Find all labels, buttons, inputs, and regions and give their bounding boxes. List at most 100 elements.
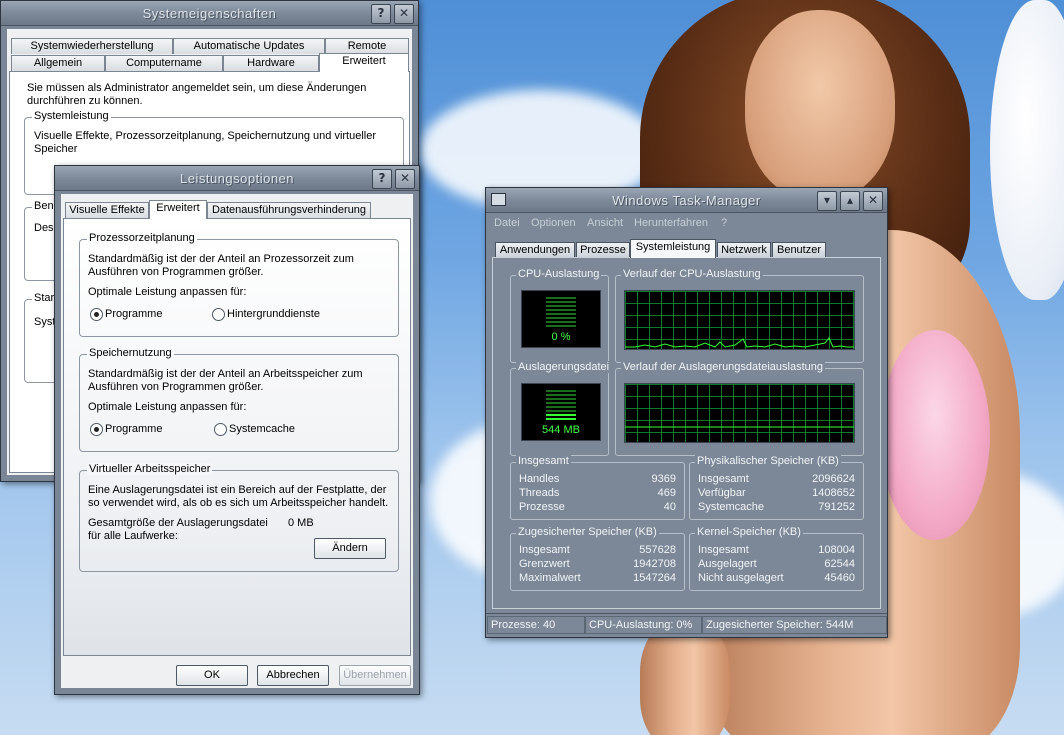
stat-value: 791252 — [818, 501, 855, 513]
tab-automatische-updates[interactable]: Automatische Updates — [173, 38, 325, 54]
help-icon[interactable]: ? — [371, 4, 391, 24]
radio-programs[interactable] — [90, 308, 103, 321]
group-legend: Virtueller Arbeitsspeicher — [87, 463, 213, 475]
system-properties-titlebar[interactable]: Systemeigenschaften ? ✕ — [1, 1, 418, 26]
stat-value: 2096624 — [812, 473, 855, 485]
stat-label: Nicht ausgelagert — [698, 572, 784, 584]
radio-programs-label[interactable]: Programme — [105, 308, 162, 320]
status-bar: Prozesse: 40 CPU-Auslastung: 0% Zugesich… — [486, 613, 887, 634]
stat-value: 62544 — [824, 558, 855, 570]
tab-erweitert[interactable]: Erweitert — [149, 200, 207, 219]
menu-herunterfahren[interactable]: Herunterfahren — [634, 217, 708, 229]
stat-value: 9369 — [651, 473, 676, 485]
physical-memory-group: Physikalischer Speicher (KB) Insgesamt 20… — [689, 455, 864, 520]
tab-systemleistung[interactable]: Systemleistung — [630, 239, 716, 258]
close-icon[interactable]: ✕ — [394, 4, 414, 24]
menu-optionen[interactable]: Optionen — [531, 217, 576, 229]
cpu-adjust-label: Optimale Leistung anpassen für: — [88, 286, 247, 298]
radio-system-cache[interactable] — [214, 423, 227, 436]
pagefile-total-label-line2: für alle Laufwerke: — [88, 530, 178, 542]
cpu-usage-meter: 0 % — [521, 290, 601, 348]
stat-value: 1547264 — [633, 572, 676, 584]
minimize-icon[interactable]: ▾ — [817, 191, 837, 211]
stat-value: 45460 — [824, 572, 855, 584]
cpu-history-line — [625, 337, 854, 348]
close-icon[interactable]: ✕ — [395, 169, 415, 189]
task-manager-client: Datei Optionen Ansicht Herunterfahren ? … — [486, 213, 887, 637]
tab-allgemein[interactable]: Allgemein — [11, 55, 105, 71]
tab-hardware[interactable]: Hardware — [223, 55, 319, 71]
stat-label: Grenzwert — [519, 558, 570, 570]
cpu-history-graph — [624, 290, 855, 350]
window-title: Systemeigenschaften — [142, 6, 277, 21]
group-legend: Verlauf der Auslagerungsdateiauslastung — [621, 361, 825, 373]
close-icon[interactable]: ✕ — [863, 191, 883, 211]
stat-label: Insgesamt — [698, 544, 749, 556]
group-legend: CPU-Auslastung — [516, 268, 602, 280]
performance-text-line2: Speicher — [34, 143, 78, 155]
cpu-history-group: Verlauf der CPU-Auslastung — [615, 268, 864, 363]
tab-remote[interactable]: Remote — [325, 38, 409, 54]
stat-value: 1942708 — [633, 558, 676, 570]
virtual-desc-line1: Eine Auslagerungsdatei ist ein Bereich a… — [88, 484, 387, 496]
help-icon[interactable]: ? — [372, 169, 392, 189]
commit-charge-group: Zugesicherter Speicher (KB) Insgesamt 557… — [510, 526, 685, 591]
cancel-button[interactable]: Abbrechen — [257, 665, 329, 686]
window-title: Leistungsoptionen — [179, 171, 295, 186]
virtual-memory-group: Virtueller Arbeitsspeicher Eine Auslager… — [79, 463, 399, 572]
tab-datenausfuehrungsverhinderung[interactable]: Datenausführungsverhinderung — [207, 202, 371, 218]
stat-label: Maximalwert — [519, 572, 581, 584]
group-legend: Systemleistung — [32, 110, 111, 122]
group-legend: Kernel-Speicher (KB) — [695, 526, 803, 538]
cpu-usage-bars — [546, 297, 576, 329]
stat-label: Verfügbar — [698, 487, 746, 499]
group-legend: Speichernutzung — [87, 347, 174, 359]
ok-button[interactable]: OK — [176, 665, 248, 686]
performance-options-window: Leistungsoptionen ? ✕ Visuelle Effekte E… — [54, 165, 420, 695]
status-commit-charge: Zugesicherter Speicher: 544M — [702, 616, 887, 634]
memory-usage-group: Speichernutzung Standardmäßig ist der de… — [79, 347, 399, 452]
group-legend: Insgesamt — [516, 455, 571, 467]
cpu-desc-line2: Ausführen von Programmen größer. — [88, 266, 264, 278]
performance-options-client: Visuelle Effekte Erweitert Datenausführu… — [61, 194, 413, 688]
kernel-memory-group: Kernel-Speicher (KB) Insgesamt 108004 Ausg… — [689, 526, 864, 591]
stat-label: Ausgelagert — [698, 558, 757, 570]
radio-background-services[interactable] — [212, 308, 225, 321]
tab-prozesse[interactable]: Prozesse — [576, 242, 630, 258]
radio-system-cache-label[interactable]: Systemcache — [229, 423, 295, 435]
radio-background-services-label[interactable]: Hintergrunddienste — [227, 308, 320, 320]
apply-button[interactable]: Übernehmen — [339, 665, 411, 686]
pagefile-usage-bars — [546, 390, 576, 422]
performance-options-titlebar[interactable]: Leistungsoptionen ? ✕ — [55, 166, 419, 191]
task-manager-titlebar[interactable]: Windows Task-Manager ▾ ▴ ✕ — [486, 188, 887, 213]
menu-ansicht[interactable]: Ansicht — [587, 217, 623, 229]
tab-erweitert[interactable]: Erweitert — [319, 53, 409, 72]
pagefile-usage-fill — [546, 413, 576, 422]
pagefile-history-group: Verlauf der Auslagerungsdateiauslastung — [615, 361, 864, 456]
cpu-usage-group: CPU-Auslastung 0 % — [510, 268, 609, 363]
processor-scheduling-group: Prozessorzeitplanung Standardmäßig ist d… — [79, 232, 399, 337]
pagefile-total-value: 0 MB — [288, 517, 314, 529]
tab-netzwerk[interactable]: Netzwerk — [717, 242, 771, 258]
performance-text-line1: Visuelle Effekte, Prozessorzeitplanung, … — [34, 130, 377, 142]
stat-value: 40 — [663, 501, 676, 513]
radio-programs-memory-label[interactable]: Programme — [105, 423, 162, 435]
radio-programs-memory[interactable] — [90, 423, 103, 436]
change-button[interactable]: Ändern — [314, 538, 386, 559]
tab-anwendungen[interactable]: Anwendungen — [495, 242, 575, 258]
totals-group: Insgesamt Handles 9369 Threads 469 Prozesse 4… — [510, 455, 685, 520]
tab-computername[interactable]: Computername — [105, 55, 223, 71]
pagefile-usage-meter: 544 MB — [521, 383, 601, 441]
tab-visuelle-effekte[interactable]: Visuelle Effekte — [65, 202, 149, 218]
restore-icon[interactable]: ▴ — [840, 191, 860, 211]
menu-help[interactable]: ? — [721, 217, 727, 229]
menu-datei[interactable]: Datei — [494, 217, 520, 229]
pagefile-history-graph — [624, 383, 855, 443]
memory-desc-line2: Ausführen von Programmen größer. — [88, 381, 264, 393]
cpu-usage-value: 0 % — [551, 331, 571, 343]
tab-benutzer[interactable]: Benutzer — [772, 242, 826, 258]
stat-label: Insgesamt — [698, 473, 749, 485]
stat-value: 1408652 — [812, 487, 855, 499]
tab-systemwiederherstellung[interactable]: Systemwiederherstellung — [11, 38, 173, 54]
pagefile-total-label-line1: Gesamtgröße der Auslagerungsdatei — [88, 517, 268, 529]
